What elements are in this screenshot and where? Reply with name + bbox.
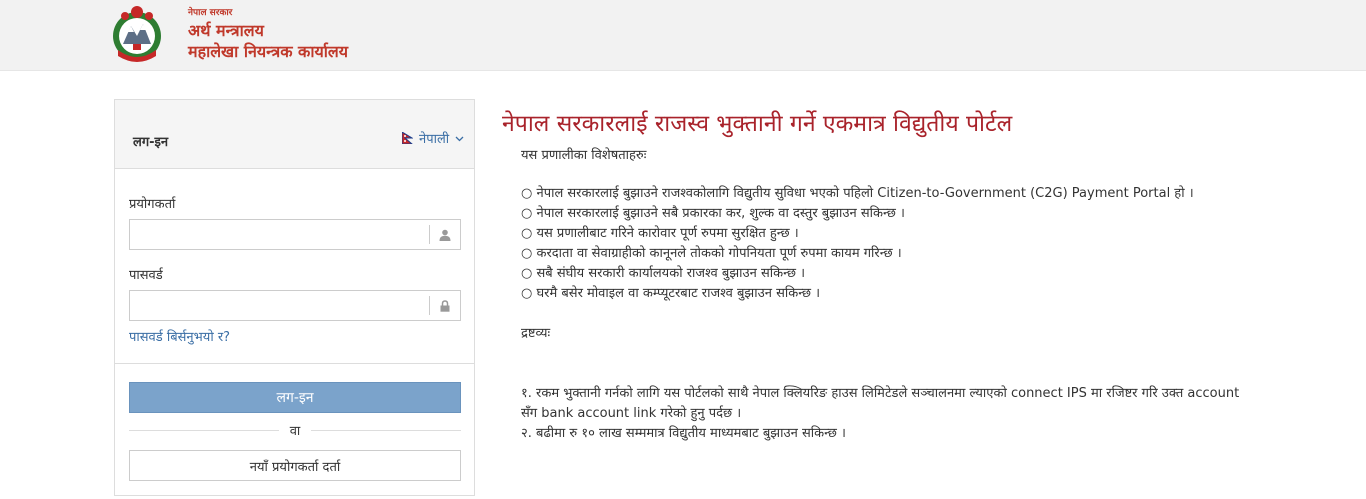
username-field[interactable]	[129, 219, 461, 250]
office-name: महालेखा नियन्त्रक कार्यालय	[188, 42, 349, 61]
list-item: ○ घरमै बसेर मोवाइल वा कम्प्यूटरबाट राजश्…	[521, 286, 821, 301]
government-label: नेपाल सरकार	[188, 8, 233, 18]
login-title: लग-इन	[133, 135, 169, 150]
lock-icon	[440, 299, 450, 312]
list-item: ○ नेपाल सरकारलाई बुझाउने सबै प्रकारका कर…	[521, 206, 905, 221]
panel-divider	[115, 363, 474, 364]
login-panel: लग-इन नेपाली प्रयोगकर्ता पासवर्ड पासवर्ड…	[114, 99, 475, 496]
login-button[interactable]: लग-इन	[129, 382, 461, 413]
features-intro: यस प्रणालीका विशेषताहरुः	[521, 148, 647, 163]
password-input[interactable]	[130, 291, 430, 320]
list-item: ○ करदाता वा सेवाग्राहीको कानूनले तोकको ग…	[521, 246, 902, 261]
register-button[interactable]: नयाँ प्रयोगकर्ता दर्ता	[129, 450, 461, 481]
user-icon	[439, 229, 451, 241]
note-list: १. रकम भुक्तानी गर्नको लागि यस पोर्टलको …	[521, 384, 1241, 444]
feature-list: ○ नेपाल सरकारलाई बुझाउने राजश्वकोलागि वि…	[521, 184, 1194, 304]
site-header: नेपाल सरकार अर्थ मन्त्रालय महालेखा नियन्…	[0, 0, 1366, 71]
list-item: ○ नेपाल सरकारलाई बुझाउने राजश्वकोलागि वि…	[521, 186, 1194, 201]
or-separator: वा	[129, 421, 461, 439]
or-text: वा	[281, 424, 309, 439]
password-label: पासवर्ड	[129, 268, 163, 283]
language-label: नेपाली	[419, 132, 450, 147]
list-item: ○ यस प्रणालीबाट गरिने कारोवार पूर्ण रुपम…	[521, 226, 799, 241]
lock-icon-addon	[429, 296, 460, 315]
list-item: ○ सबै संघीय सरकारी कार्यालयको राजश्व बुझ…	[521, 266, 806, 281]
password-field[interactable]	[129, 290, 461, 321]
ministry-name: अर्थ मन्त्रालय	[188, 21, 264, 40]
user-icon-addon	[429, 225, 460, 244]
forgot-password-link[interactable]: पासवर्ड बिर्सनुभयो र?	[129, 327, 230, 345]
list-item: १. रकम भुक्तानी गर्नको लागि यस पोर्टलको …	[521, 386, 1240, 421]
nepal-emblem-icon	[113, 6, 161, 62]
notes-heading: द्रष्टव्यः	[521, 326, 551, 341]
username-input[interactable]	[130, 220, 430, 249]
portal-title: नेपाल सरकारलाई राजस्व भुक्तानी गर्ने एकम…	[502, 111, 1013, 137]
nepal-flag-icon	[402, 132, 413, 144]
login-panel-header: लग-इन नेपाली	[115, 100, 474, 169]
chevron-down-icon	[455, 136, 464, 141]
username-label: प्रयोगकर्ता	[129, 197, 176, 212]
language-selector[interactable]: नेपाली	[402, 129, 464, 147]
list-item: २. बढीमा रु १० लाख सम्ममात्र विद्युतीय म…	[521, 426, 846, 441]
